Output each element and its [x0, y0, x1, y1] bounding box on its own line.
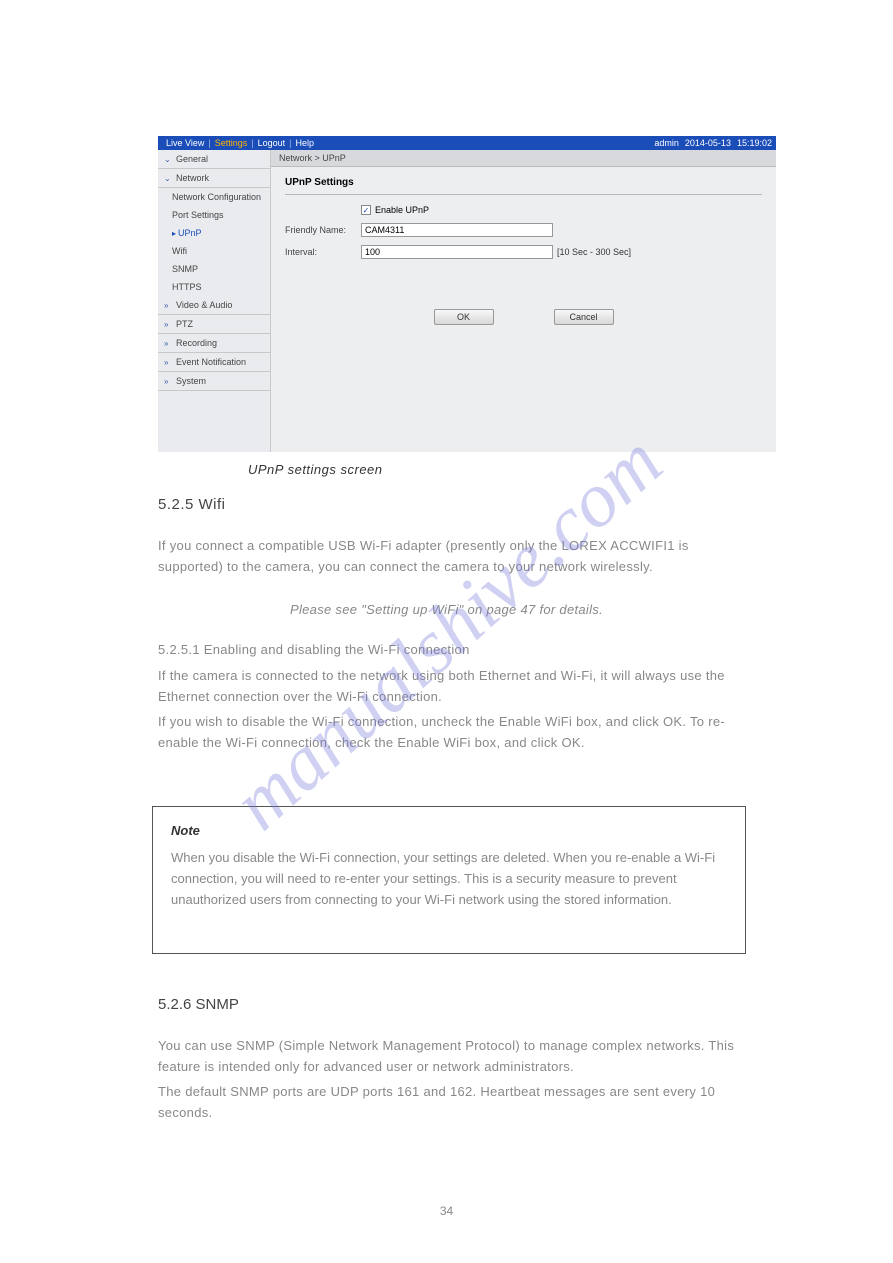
- sidebar-sub-port-settings[interactable]: Port Settings: [158, 206, 270, 224]
- top-nav-bar: Live View | Settings | Logout | Help adm…: [158, 136, 776, 150]
- sidebar-sub-https[interactable]: HTTPS: [158, 278, 270, 296]
- cancel-button[interactable]: Cancel: [554, 309, 614, 325]
- paragraph: You can use SNMP (Simple Network Managem…: [158, 1036, 740, 1078]
- sidebar-sub-snmp[interactable]: SNMP: [158, 260, 270, 278]
- sidebar-label: System: [176, 376, 206, 386]
- chevron-right-icon: »: [164, 301, 172, 310]
- nav-help[interactable]: Help: [291, 136, 318, 150]
- heading-wifi: 5.2.5 Wifi: [158, 496, 226, 513]
- sidebar-item-video-audio[interactable]: » Video & Audio: [158, 296, 270, 315]
- sidebar-sub-upnp[interactable]: UPnP: [158, 224, 270, 242]
- nav-settings[interactable]: Settings: [211, 136, 252, 150]
- sidebar-label: Video & Audio: [176, 300, 232, 310]
- note-body: When you disable the Wi-Fi connection, y…: [171, 848, 727, 910]
- sidebar-item-general[interactable]: ⌄ General: [158, 150, 270, 169]
- panel-title: UPnP Settings: [285, 177, 762, 195]
- enable-upnp-label: Enable UPnP: [375, 205, 429, 215]
- paragraph: The default SNMP ports are UDP ports 161…: [158, 1082, 740, 1124]
- chevron-right-icon: »: [164, 320, 172, 329]
- sidebar-item-system[interactable]: » System: [158, 372, 270, 391]
- sidebar-sub-network-config[interactable]: Network Configuration: [158, 188, 270, 206]
- chevron-down-icon: ⌄: [164, 155, 172, 164]
- sidebar-item-ptz[interactable]: » PTZ: [158, 315, 270, 334]
- current-date: 2014-05-13: [685, 136, 731, 150]
- sidebar-label: Recording: [176, 338, 217, 348]
- sidebar-label: Event Notification: [176, 357, 246, 367]
- note-title: Note: [171, 823, 727, 838]
- sidebar-item-event[interactable]: » Event Notification: [158, 353, 270, 372]
- sidebar-sub-wifi[interactable]: Wifi: [158, 242, 270, 260]
- chevron-right-icon: »: [164, 377, 172, 386]
- chevron-right-icon: »: [164, 339, 172, 348]
- interval-label: Interval:: [285, 247, 361, 257]
- heading-snmp: 5.2.6 SNMP: [158, 996, 239, 1013]
- subheading: 5.2.5.1 Enabling and disabling the Wi-Fi…: [158, 640, 740, 661]
- figure-caption: UPnP settings screen: [248, 462, 383, 477]
- paragraph: If you connect a compatible USB Wi-Fi ad…: [158, 536, 740, 578]
- interval-input[interactable]: [361, 245, 553, 259]
- ok-button[interactable]: OK: [434, 309, 494, 325]
- current-user: admin: [654, 136, 679, 150]
- chevron-right-icon: »: [164, 358, 172, 367]
- nav-logout[interactable]: Logout: [254, 136, 290, 150]
- note-box: Note When you disable the Wi-Fi connecti…: [152, 806, 746, 954]
- watermark: manualshive.com: [214, 416, 678, 847]
- sidebar: ⌄ General ⌄ Network Network Configuratio…: [158, 150, 271, 452]
- breadcrumb: Network > UPnP: [271, 150, 776, 167]
- paragraph: If the camera is connected to the networ…: [158, 666, 740, 708]
- sidebar-item-network[interactable]: ⌄ Network: [158, 169, 270, 188]
- current-time: 15:19:02: [737, 136, 772, 150]
- paragraph: Please see "Setting up WiFi" on page 47 …: [290, 600, 603, 621]
- nav-live-view[interactable]: Live View: [162, 136, 208, 150]
- sidebar-label: PTZ: [176, 319, 193, 329]
- friendly-name-input[interactable]: [361, 223, 553, 237]
- sidebar-label: Network: [176, 173, 209, 183]
- interval-hint: [10 Sec - 300 Sec]: [557, 247, 631, 257]
- sidebar-label: General: [176, 154, 208, 164]
- chevron-down-icon: ⌄: [164, 174, 172, 183]
- friendly-name-label: Friendly Name:: [285, 225, 361, 235]
- paragraph: If you wish to disable the Wi-Fi connect…: [158, 712, 740, 754]
- page-number: 34: [440, 1204, 453, 1218]
- sidebar-item-recording[interactable]: » Recording: [158, 334, 270, 353]
- enable-upnp-checkbox[interactable]: ✓: [361, 205, 371, 215]
